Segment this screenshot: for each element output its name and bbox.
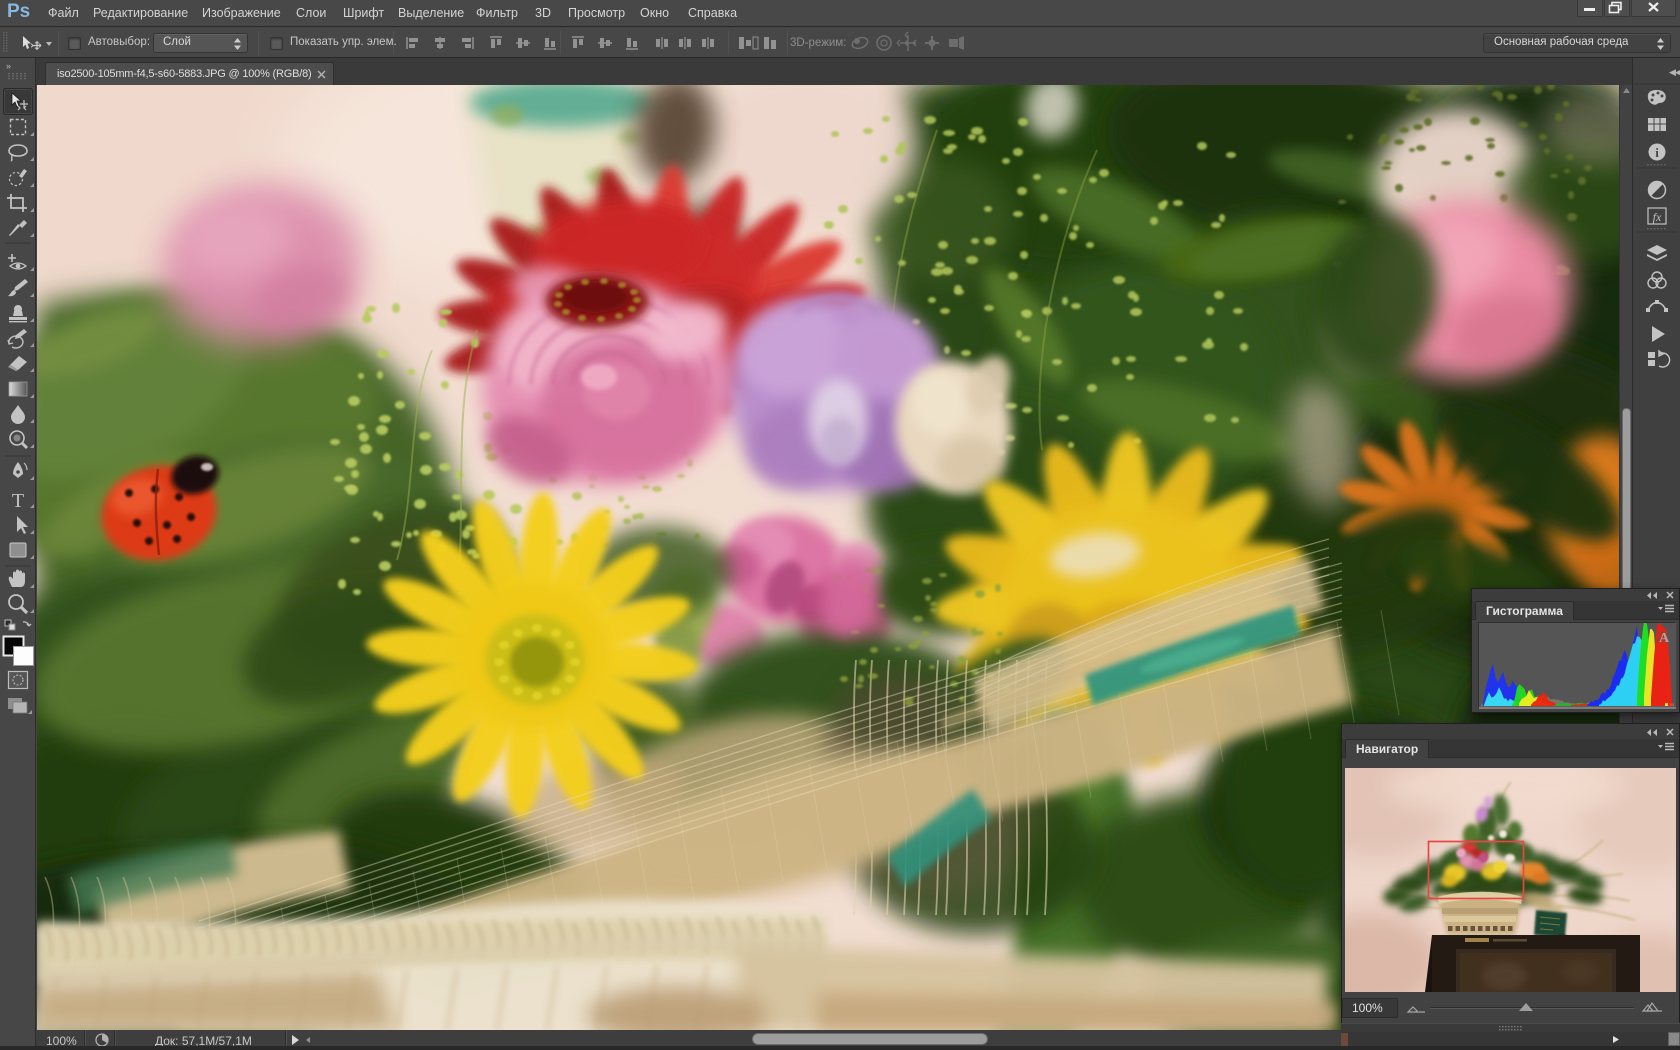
svg-text:A: A xyxy=(1659,631,1670,646)
svg-text:T: T xyxy=(12,490,24,512)
svg-text:»: » xyxy=(6,61,11,71)
svg-text:◀◀: ◀◀ xyxy=(1669,67,1680,77)
svg-text:fx: fx xyxy=(1653,210,1662,224)
svg-text:i: i xyxy=(1655,145,1659,160)
